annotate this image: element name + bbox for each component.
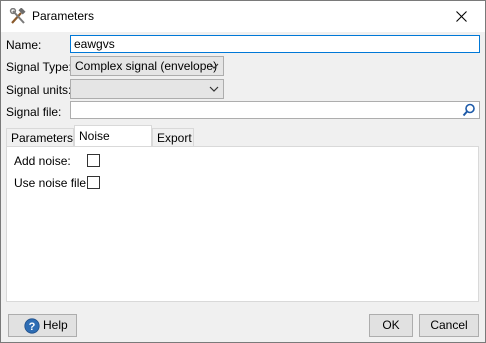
tab-export[interactable]: Export: [152, 128, 194, 146]
chevron-down-icon: [209, 63, 219, 69]
svg-text:?: ?: [29, 321, 36, 333]
chevron-down-icon: [209, 86, 219, 92]
name-input-value: eawgvs: [74, 37, 115, 51]
tab-noise-params[interactable]: Noise params: [74, 125, 152, 157]
title-bar: Parameters: [1, 1, 485, 32]
name-input[interactable]: eawgvs: [70, 35, 480, 53]
window-title: Parameters: [32, 9, 95, 23]
signal-file-label: Signal file:: [6, 105, 62, 119]
help-label: Help: [43, 318, 68, 332]
ok-button[interactable]: OK: [369, 314, 413, 337]
signal-type-value: Complex signal (envelope): [75, 59, 218, 73]
signal-type-label: Signal Type:: [6, 60, 72, 74]
signal-file-input[interactable]: [70, 101, 480, 119]
name-label: Name:: [6, 38, 42, 52]
help-button[interactable]: ? Help: [8, 314, 77, 337]
use-noise-file-checkbox[interactable]: [87, 176, 100, 189]
tab-parameters[interactable]: Parameters: [6, 128, 74, 146]
signal-units-dropdown[interactable]: [70, 79, 224, 99]
help-icon: ?: [24, 318, 40, 334]
tab-label: Export: [157, 131, 192, 145]
parameters-dialog: Parameters Name: eawgvs Signal Type: Com…: [0, 0, 486, 343]
signal-type-dropdown[interactable]: Complex signal (envelope): [70, 56, 224, 76]
add-noise-label: Add noise:: [14, 154, 71, 168]
close-button[interactable]: [439, 1, 485, 32]
search-icon[interactable]: [462, 103, 476, 117]
close-icon: [456, 11, 467, 22]
use-noise-file-label: Use noise file:: [14, 176, 90, 190]
tab-label: Parameters: [11, 131, 74, 145]
cancel-button[interactable]: Cancel: [419, 314, 479, 337]
signal-units-label: Signal units:: [6, 83, 72, 97]
noise-params-panel: Add noise: Use noise file:: [6, 146, 479, 302]
add-noise-checkbox[interactable]: [87, 154, 100, 167]
wrench-hammer-icon: [9, 7, 27, 26]
